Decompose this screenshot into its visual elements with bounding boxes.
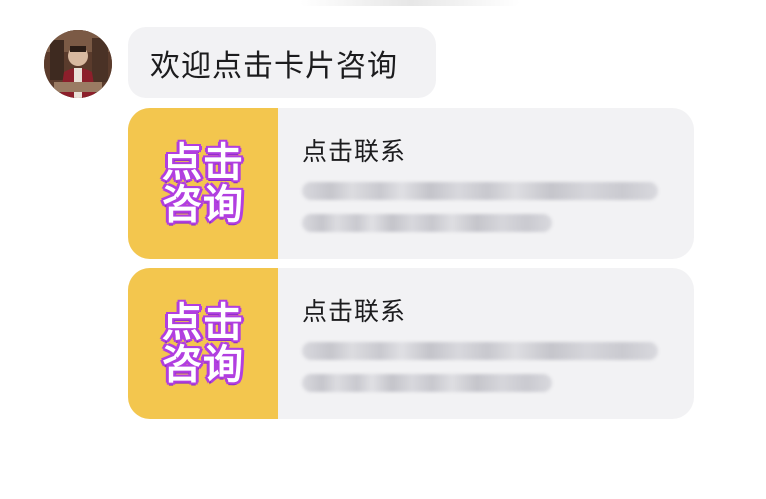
message-bubble[interactable]: 欢迎点击卡片咨询: [128, 27, 436, 98]
card-title: 点击联系: [302, 137, 407, 166]
card-body: 点击联系: [278, 108, 694, 259]
chat-screen: 欢迎点击卡片咨询 点击 咨询 点击联系 点击 咨询 点击联系: [0, 0, 766, 499]
card-thumbnail: 点击 咨询: [128, 108, 278, 259]
card-title: 点击联系: [302, 297, 407, 326]
message-text: 欢迎点击卡片咨询: [150, 48, 398, 84]
blurred-description-line: [302, 342, 658, 360]
blurred-description-line: [302, 214, 552, 232]
top-divider: [300, 0, 520, 6]
avatar-icon: [44, 30, 112, 98]
avatar[interactable]: [44, 30, 112, 98]
thumb-text-line1: 点击: [162, 139, 244, 186]
card-body: 点击联系: [278, 268, 694, 419]
contact-card[interactable]: 点击 咨询 点击联系: [128, 268, 694, 419]
blurred-description-line: [302, 182, 658, 200]
contact-card[interactable]: 点击 咨询 点击联系: [128, 108, 694, 259]
thumb-text-line1: 点击: [162, 299, 244, 346]
card-thumbnail: 点击 咨询: [128, 268, 278, 419]
thumb-text-line2: 咨询: [162, 341, 244, 388]
blurred-description-line: [302, 374, 552, 392]
thumb-text-line2: 咨询: [162, 181, 244, 228]
